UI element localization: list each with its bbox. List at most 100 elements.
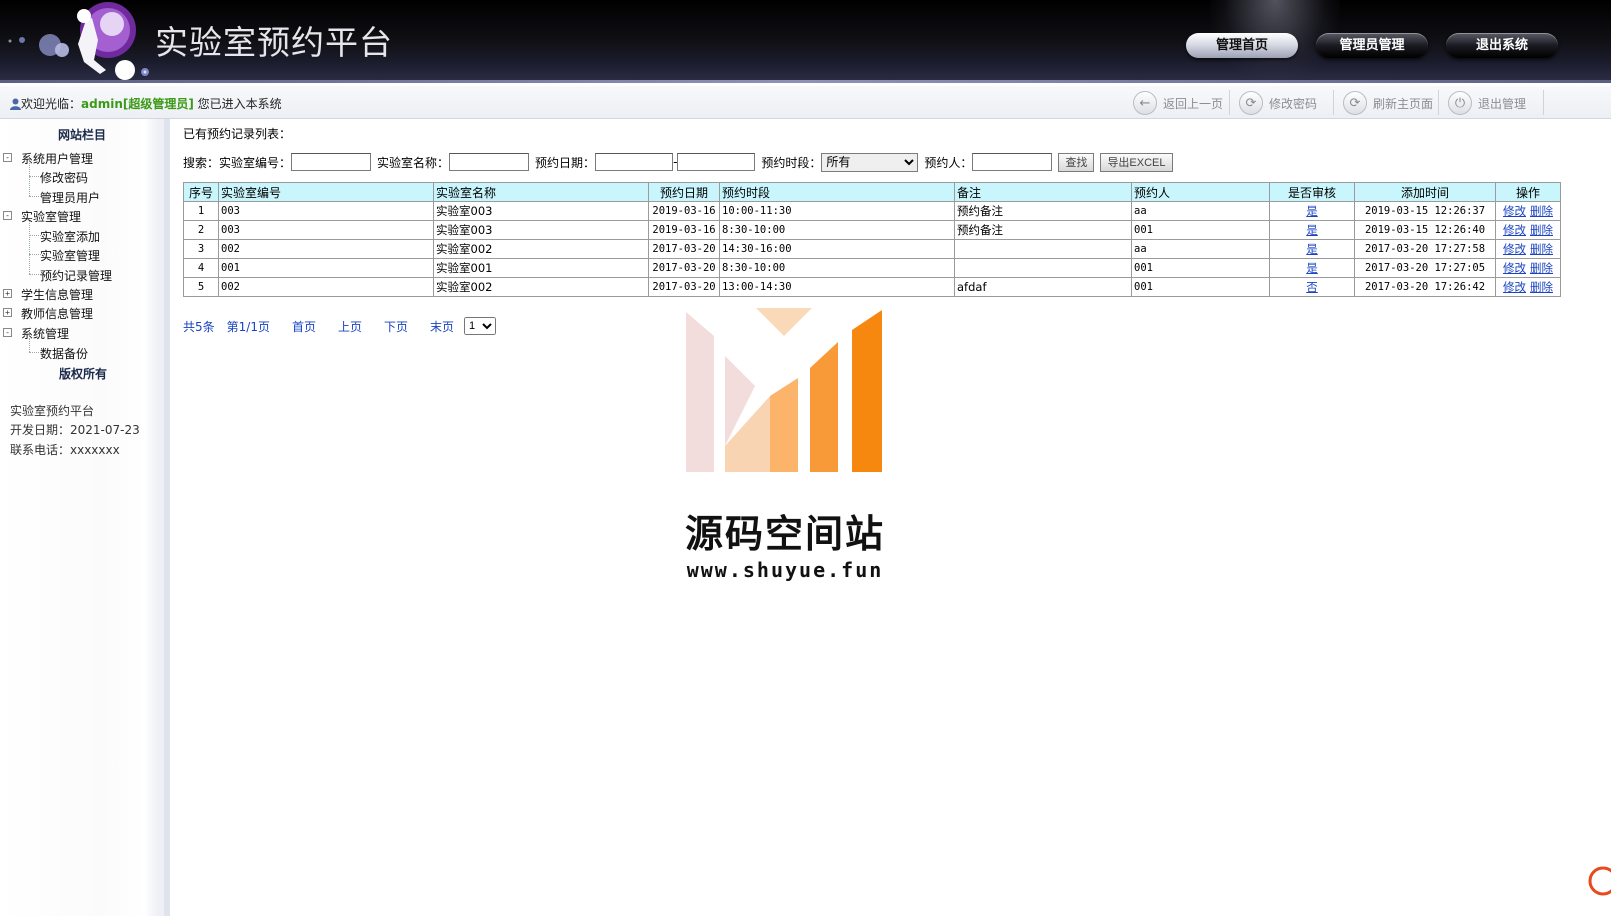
tree-lab-add[interactable]: 实验室添加 — [40, 228, 100, 245]
audit-toggle-link[interactable]: 是 — [1306, 261, 1318, 275]
back-button[interactable]: ← 返回上一页 — [1133, 90, 1223, 116]
cell-person: aa — [1131, 239, 1270, 259]
logout-label: 退出管理 — [1478, 96, 1527, 111]
edit-link[interactable]: 修改 — [1503, 280, 1526, 294]
lab-no-label: 实验室编号： — [219, 155, 292, 170]
col-date: 预约日期 — [648, 182, 720, 202]
cell-period: 14:30-16:00 — [719, 239, 955, 259]
toolbar-divider — [1543, 90, 1544, 115]
user-icon — [10, 98, 21, 110]
tree-data-backup[interactable]: 数据备份 — [40, 345, 88, 362]
search-bar: 搜索： 实验室编号： 实验室名称： 预约日期： - 预约时段： 所有 预约人： … — [183, 151, 1173, 173]
export-excel-button[interactable]: 导出EXCEL — [1100, 152, 1173, 172]
tree-lab-manage[interactable]: 实验室管理 — [40, 247, 100, 264]
collapse-icon[interactable]: - — [3, 153, 12, 162]
cell-no: 4 — [183, 258, 219, 278]
edit-link[interactable]: 修改 — [1503, 242, 1526, 256]
period-label: 预约时段： — [761, 155, 822, 170]
pager-next[interactable]: 下页 — [384, 318, 408, 335]
cell-remark — [954, 239, 1132, 259]
cell-no: 3 — [183, 239, 219, 259]
collapse-icon[interactable]: - — [3, 211, 12, 220]
cell-audited: 是 — [1269, 258, 1355, 278]
date-from-input[interactable] — [595, 153, 674, 171]
cell-remark: 预约备注 — [954, 220, 1132, 240]
cell-remark — [954, 258, 1132, 278]
cell-date: 2017-03-20 — [648, 277, 720, 297]
welcome-prefix: 欢迎光临： — [21, 97, 82, 111]
table-row: 5 002 实验室002 2017-03-20 13:00-14:30 afdaf 001 否… — [183, 277, 1561, 297]
lab-no-input[interactable] — [291, 153, 372, 171]
audit-toggle-link[interactable]: 是 — [1306, 204, 1318, 218]
tree-teacher-info[interactable]: 教师信息管理 — [21, 305, 93, 322]
corner-badge-icon — [1588, 866, 1611, 896]
refresh-label: 刷新主页面 — [1373, 96, 1434, 111]
tree-system-users[interactable]: 系统用户管理 — [21, 150, 93, 167]
tree-student-info[interactable]: 学生信息管理 — [21, 286, 93, 303]
pager-prev[interactable]: 上页 — [338, 318, 362, 335]
tree-reservation-records[interactable]: 预约记录管理 — [40, 267, 112, 284]
tree-admin-users[interactable]: 管理员用户 — [40, 189, 100, 206]
audit-toggle-link[interactable]: 是 — [1306, 242, 1318, 256]
toolbar-divider — [1438, 90, 1439, 115]
search-button[interactable]: 查找 — [1058, 152, 1095, 172]
back-label: 返回上一页 — [1163, 96, 1224, 111]
logout-button[interactable]: ⏻ 退出管理 — [1448, 90, 1526, 116]
pager-first[interactable]: 首页 — [292, 318, 316, 335]
current-user: admin[超级管理员] — [81, 97, 194, 111]
cell-date: 2019-03-16 — [648, 220, 720, 240]
watermark: 源码空间站 www.shuyue.fun — [670, 306, 900, 596]
refresh-button[interactable]: ⟳ 刷新主页面 — [1343, 90, 1433, 116]
edit-link[interactable]: 修改 — [1503, 261, 1526, 275]
person-label: 预约人： — [924, 155, 973, 170]
audit-toggle-link[interactable]: 否 — [1306, 280, 1318, 294]
cell-audited: 是 — [1269, 201, 1355, 221]
refresh-icon: ⟳ — [1343, 91, 1367, 115]
expand-icon[interactable]: + — [3, 289, 12, 298]
delete-link[interactable]: 删除 — [1530, 204, 1553, 218]
cell-actions: 修改 删除 — [1495, 220, 1561, 240]
nav-exit-system[interactable]: 退出系统 — [1446, 33, 1558, 58]
delete-link[interactable]: 删除 — [1530, 242, 1553, 256]
tree-lab-manage-group[interactable]: 实验室管理 — [21, 208, 81, 225]
change-password-label: 修改密码 — [1269, 96, 1318, 111]
col-remark: 备注 — [954, 182, 1132, 202]
table-row: 3 002 实验室002 2017-03-20 14:30-16:00 aa 是 2017-0… — [183, 239, 1561, 259]
collapse-icon[interactable]: - — [3, 328, 12, 337]
period-select[interactable]: 所有 — [821, 152, 919, 172]
list-title: 已有预约记录列表： — [183, 127, 292, 141]
cell-lab-no: 003 — [218, 220, 434, 240]
expand-icon[interactable]: + — [3, 308, 12, 317]
table-header-row: 序号 实验室编号 实验室名称 预约日期 预约时段 备注 预约人 是否审核 添加时… — [183, 182, 1561, 202]
pager-last[interactable]: 末页 — [430, 318, 454, 335]
cell-remark: 预约备注 — [954, 201, 1132, 221]
cell-lab-name: 实验室003 — [433, 220, 649, 240]
cell-added: 2017-03-20 17:27:58 — [1354, 239, 1496, 259]
tree-change-password[interactable]: 修改密码 — [40, 169, 88, 186]
page-jump-select[interactable]: 1 — [464, 317, 497, 335]
edit-link[interactable]: 修改 — [1503, 204, 1526, 218]
col-no: 序号 — [183, 182, 219, 202]
cell-person: 001 — [1131, 258, 1270, 278]
pager: 共5条 第1/1页 首页 上页 下页 末页 1 — [183, 317, 497, 335]
change-password-button[interactable]: ⟳ 修改密码 — [1239, 90, 1317, 116]
watermark-text: 源码空间站 — [684, 512, 885, 556]
cell-person: aa — [1131, 201, 1270, 221]
person-input[interactable] — [972, 153, 1053, 171]
date-to-input[interactable] — [677, 153, 756, 171]
cell-lab-name: 实验室002 — [433, 277, 649, 297]
nav-admin-manage[interactable]: 管理员管理 — [1316, 33, 1428, 58]
toolbar-divider — [1229, 90, 1230, 115]
cell-date: 2017-03-20 — [648, 258, 720, 278]
cell-no: 2 — [183, 220, 219, 240]
nav-admin-home[interactable]: 管理首页 — [1186, 33, 1298, 58]
pager-total: 共5条 — [183, 319, 215, 334]
cell-actions: 修改 删除 — [1495, 258, 1561, 278]
delete-link[interactable]: 删除 — [1530, 223, 1553, 237]
audit-toggle-link[interactable]: 是 — [1306, 223, 1318, 237]
edit-link[interactable]: 修改 — [1503, 223, 1526, 237]
lab-name-input[interactable] — [449, 153, 530, 171]
delete-link[interactable]: 删除 — [1530, 280, 1553, 294]
table-row: 2 003 实验室003 2019-03-16 8:30-10:00 预约备注 001 是 20… — [183, 220, 1561, 240]
delete-link[interactable]: 删除 — [1530, 261, 1553, 275]
